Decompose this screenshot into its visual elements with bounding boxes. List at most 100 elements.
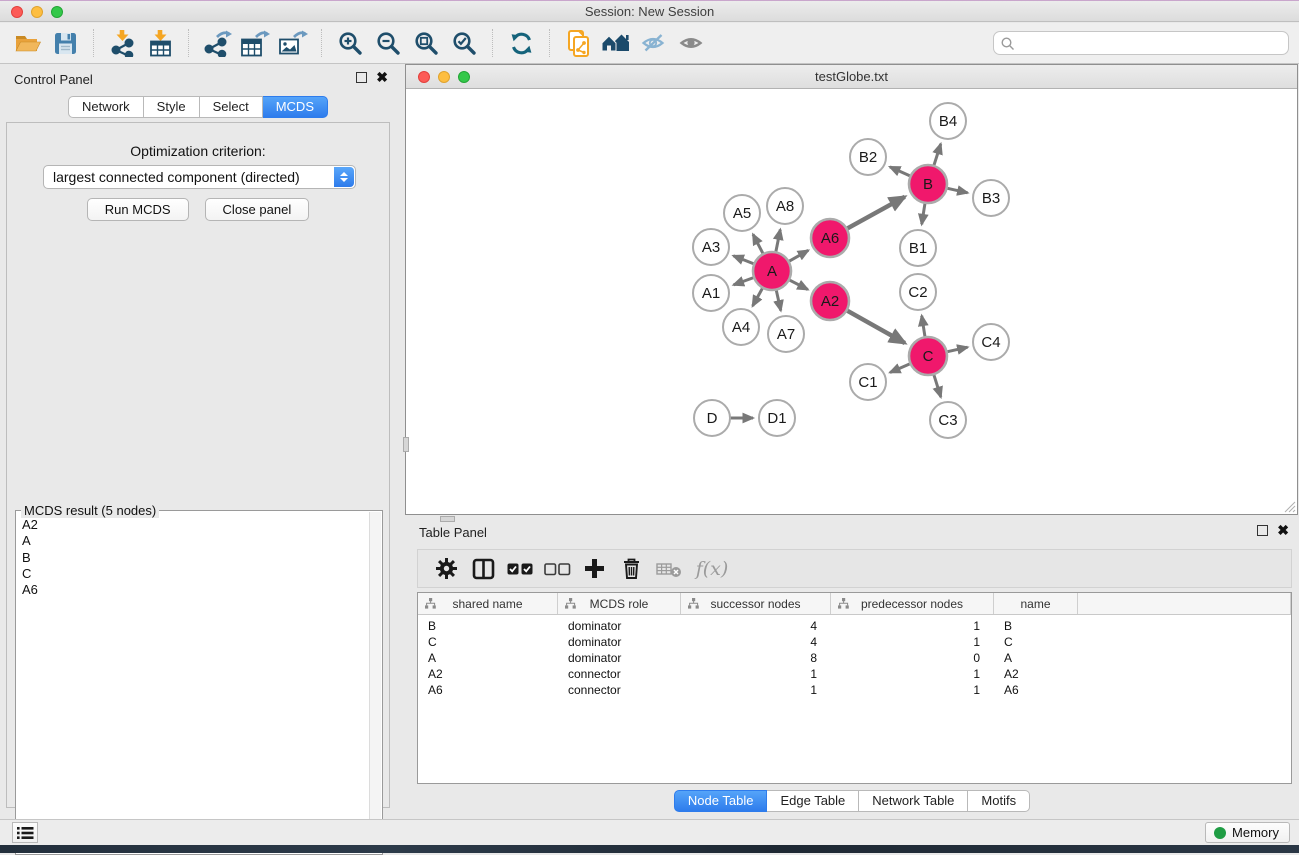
cell-predecessor-nodes[interactable]: 1 [831, 618, 994, 634]
export-network-button[interactable] [198, 26, 236, 60]
network-graph: B4B2BB3B1A5A8A6A3AA1A2C2A4A7C4CC1C3DD1 [406, 89, 1297, 514]
cell-name[interactable]: A6 [994, 682, 1078, 698]
cell-successor-nodes[interactable]: 1 [681, 682, 831, 698]
cell-shared-name[interactable]: B [418, 618, 558, 634]
cell-name[interactable]: B [994, 618, 1078, 634]
toolbar-divider [188, 29, 189, 57]
tab-motifs[interactable]: Motifs [968, 790, 1030, 812]
memory-button[interactable]: Memory [1205, 822, 1290, 843]
cell-predecessor-nodes[interactable]: 1 [831, 682, 994, 698]
function-builder-button[interactable]: f(x) [687, 554, 737, 584]
network-canvas[interactable]: B4B2BB3B1A5A8A6A3AA1A2C2A4A7C4CC1C3DD1 [406, 89, 1297, 514]
result-item-a[interactable]: A [16, 533, 368, 549]
node-table: shared name MCDS role successor nodesprede… [417, 592, 1292, 784]
close-table-panel-icon[interactable]: ✖ [1277, 525, 1289, 536]
export-image-button[interactable] [274, 26, 312, 60]
cell-mcds-role[interactable]: connector [558, 666, 681, 682]
column-label: MCDS role [590, 597, 649, 611]
column-header-mcds-role[interactable]: MCDS role [558, 593, 681, 614]
cell-successor-nodes[interactable]: 4 [681, 618, 831, 634]
deselect-all-rows-button[interactable] [539, 554, 576, 584]
close-panel-icon[interactable]: ✖ [376, 72, 388, 83]
memory-status-icon [1214, 827, 1226, 839]
node-label-C3: C3 [938, 412, 957, 429]
task-history-button[interactable] [12, 822, 38, 843]
zoom-fit-button[interactable] [407, 26, 445, 60]
float-panel-icon[interactable] [356, 72, 367, 83]
result-item-c[interactable]: C [16, 566, 368, 582]
table-settings-button[interactable] [428, 554, 465, 584]
cell-shared-name[interactable]: A2 [418, 666, 558, 682]
node-label-A2: A2 [821, 293, 839, 310]
tab-mcds[interactable]: MCDS [263, 96, 328, 118]
cell-mcds-role[interactable]: connector [558, 682, 681, 698]
cell-mcds-role[interactable]: dominator [558, 618, 681, 634]
search-input[interactable] [1018, 33, 1282, 53]
table-row: Adominator80A [418, 650, 1291, 666]
save-session-button[interactable] [46, 26, 84, 60]
cell-predecessor-nodes[interactable]: 1 [831, 634, 994, 650]
edge-B-B1 [922, 201, 926, 224]
edge-A-A5 [753, 234, 764, 256]
open-session-button[interactable] [8, 26, 46, 60]
create-column-button[interactable] [576, 554, 613, 584]
cell-successor-nodes[interactable]: 1 [681, 666, 831, 682]
result-scrollbar[interactable] [369, 512, 381, 853]
close-panel-button[interactable]: Close panel [205, 198, 310, 221]
refresh-icon [509, 31, 534, 56]
hide-selected-button[interactable] [635, 26, 673, 60]
cell-shared-name[interactable]: C [418, 634, 558, 650]
select-all-rows-button[interactable] [502, 554, 539, 584]
import-table-button[interactable] [141, 26, 179, 60]
cell-mcds-role[interactable]: dominator [558, 650, 681, 666]
zoom-in-button[interactable] [331, 26, 369, 60]
column-header-shared-name[interactable]: shared name [418, 593, 558, 614]
cell-successor-nodes[interactable]: 4 [681, 634, 831, 650]
tab-select[interactable]: Select [200, 96, 263, 118]
tab-style[interactable]: Style [144, 96, 200, 118]
cell-predecessor-nodes[interactable]: 1 [831, 666, 994, 682]
resize-grip[interactable] [1282, 499, 1296, 513]
zoom-out-button[interactable] [369, 26, 407, 60]
cell-name[interactable]: A2 [994, 666, 1078, 682]
cell-name[interactable]: A [994, 650, 1078, 666]
column-header-predecessor-nodes[interactable]: predecessor nodes [831, 593, 994, 614]
float-table-panel-icon[interactable] [1257, 525, 1268, 536]
tab-node-table[interactable]: Node Table [674, 790, 768, 812]
vertical-splitter-handle[interactable] [403, 437, 409, 452]
run-mcds-button[interactable]: Run MCDS [87, 198, 189, 221]
column-header-name[interactable]: name [994, 593, 1078, 614]
hierarchy-icon [565, 598, 576, 609]
mcds-result-box: MCDS result (5 nodes) A2ABCA6 [15, 510, 383, 855]
criterion-select[interactable]: largest connected component (directed) [43, 165, 356, 189]
cell-successor-nodes[interactable]: 8 [681, 650, 831, 666]
tab-edge-table[interactable]: Edge Table [767, 790, 859, 812]
column-header-successor-nodes[interactable]: successor nodes [681, 593, 831, 614]
refresh-button[interactable] [502, 26, 540, 60]
edge-A-A7 [776, 288, 781, 311]
cell-mcds-role[interactable]: dominator [558, 634, 681, 650]
control-panel-tabs: NetworkStyleSelectMCDS [6, 96, 390, 118]
result-item-a6[interactable]: A6 [16, 582, 368, 598]
node-label-A8: A8 [776, 198, 794, 215]
result-item-b[interactable]: B [16, 550, 368, 566]
search-box [993, 31, 1289, 55]
gear-icon [435, 557, 458, 580]
cell-shared-name[interactable]: A6 [418, 682, 558, 698]
result-item-a2[interactable]: A2 [16, 517, 368, 533]
export-table-button[interactable] [236, 26, 274, 60]
cell-name[interactable]: C [994, 634, 1078, 650]
import-network-button[interactable] [103, 26, 141, 60]
zoom-selected-button[interactable] [445, 26, 483, 60]
network-from-file-button[interactable] [559, 26, 597, 60]
cell-predecessor-nodes[interactable]: 0 [831, 650, 994, 666]
cell-shared-name[interactable]: A [418, 650, 558, 666]
delete-columns-button[interactable] [613, 554, 650, 584]
tab-network[interactable]: Network [68, 96, 144, 118]
show-columns-button[interactable] [465, 554, 502, 584]
delete-table-button[interactable] [650, 554, 687, 584]
home-button[interactable] [597, 26, 635, 60]
show-all-button[interactable] [673, 26, 711, 60]
tab-network-table[interactable]: Network Table [859, 790, 968, 812]
column-header-filler [1078, 593, 1291, 614]
